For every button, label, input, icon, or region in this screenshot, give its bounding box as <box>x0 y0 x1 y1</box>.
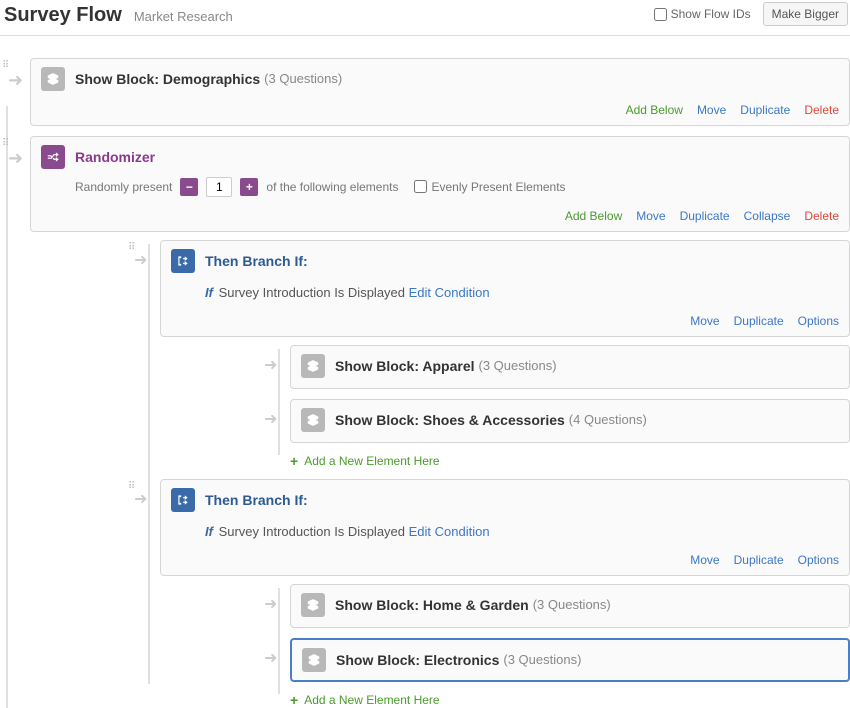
block-meta: (3 Questions) <box>533 597 611 612</box>
block-node-electronics: ➜ Show Block: Electronics (3 Questions) <box>290 638 850 682</box>
block-icon <box>301 354 325 378</box>
block-meta: (3 Questions) <box>479 358 557 373</box>
header: Survey Flow Market Research Show Flow ID… <box>0 0 850 36</box>
drag-handle-icon[interactable]: ⠿ <box>2 140 10 148</box>
connector-arrow-icon: ➜ <box>264 355 277 375</box>
evenly-present-checkbox[interactable] <box>414 180 427 193</box>
move-link[interactable]: Move <box>697 103 726 117</box>
child-rail <box>148 244 150 684</box>
flow-rail <box>6 106 8 708</box>
options-link[interactable]: Options <box>798 553 839 567</box>
block-node-shoes: ➜ Show Block: Shoes & Accessories (4 Que… <box>290 399 850 443</box>
duplicate-link[interactable]: Duplicate <box>734 553 784 567</box>
move-link[interactable]: Move <box>690 553 719 567</box>
block-icon <box>301 593 325 617</box>
block-title: Show Block: Apparel <box>335 358 475 374</box>
drag-handle-icon[interactable]: ⠿ <box>2 62 10 70</box>
plus-icon: + <box>290 453 298 469</box>
connector-arrow-icon: ➜ <box>134 489 147 509</box>
survey-name: Market Research <box>134 9 233 24</box>
block-title: Show Block: Demographics <box>75 71 260 87</box>
duplicate-link[interactable]: Duplicate <box>680 209 730 223</box>
make-bigger-button[interactable]: Make Bigger <box>763 2 848 26</box>
flow-area: ⠿ ➜ Show Block: Demographics (3 Question… <box>0 36 850 708</box>
block-title: Show Block: Home & Garden <box>335 597 529 613</box>
add-below-link[interactable]: Add Below <box>626 103 683 117</box>
connector-arrow-icon: ➜ <box>264 594 277 614</box>
add-new-element-link[interactable]: + Add a New Element Here <box>290 692 850 708</box>
block-title: Show Block: Electronics <box>336 652 499 668</box>
options-link[interactable]: Options <box>798 314 839 328</box>
block-meta: (3 Questions) <box>503 652 581 667</box>
collapse-link[interactable]: Collapse <box>744 209 791 223</box>
count-decrement-button[interactable]: − <box>180 178 198 196</box>
block-node-demographics: ⠿ ➜ Show Block: Demographics (3 Question… <box>30 58 850 126</box>
branch-title: Then Branch If: <box>205 253 308 269</box>
add-new-element-link[interactable]: + Add a New Element Here <box>290 453 850 469</box>
branch-condition: Survey Introduction Is Displayed <box>219 524 405 539</box>
randomizer-config: Randomly present − + of the following el… <box>31 177 849 205</box>
show-flow-ids-checkbox[interactable] <box>654 8 667 21</box>
move-link[interactable]: Move <box>690 314 719 328</box>
branch-node: ⠿ ➜ Then Branch If: If Survey Introducti… <box>160 240 850 469</box>
branch-condition: Survey Introduction Is Displayed <box>219 285 405 300</box>
count-increment-button[interactable]: + <box>240 178 258 196</box>
if-label: If <box>205 524 213 539</box>
move-link[interactable]: Move <box>636 209 665 223</box>
duplicate-link[interactable]: Duplicate <box>740 103 790 117</box>
branch-children: ➜ Show Block: Home & Garden (3 Questions… <box>290 584 850 708</box>
if-label: If <box>205 285 213 300</box>
connector-arrow-icon: ➜ <box>264 409 277 429</box>
connector-arrow-icon: ➜ <box>134 250 147 270</box>
child-rail <box>278 588 280 694</box>
block-icon <box>301 408 325 432</box>
randomizer-node: ⠿ ➜ Randomizer Randomly present − + of t… <box>30 136 850 708</box>
randomizer-children: ⠿ ➜ Then Branch If: If Survey Introducti… <box>160 240 850 708</box>
block-icon <box>302 648 326 672</box>
randomizer-icon <box>41 145 65 169</box>
delete-link[interactable]: Delete <box>804 103 839 117</box>
add-below-link[interactable]: Add Below <box>565 209 622 223</box>
block-title: Show Block: Shoes & Accessories <box>335 412 565 428</box>
child-rail <box>278 349 280 455</box>
randomizer-title: Randomizer <box>75 149 155 165</box>
connector-arrow-icon: ➜ <box>264 648 277 668</box>
duplicate-link[interactable]: Duplicate <box>734 314 784 328</box>
edit-condition-link[interactable]: Edit Condition <box>409 524 490 539</box>
randomizer-count-input[interactable] <box>206 177 232 197</box>
plus-icon: + <box>290 692 298 708</box>
branch-icon <box>171 488 195 512</box>
page-title: Survey Flow <box>4 4 122 27</box>
delete-link[interactable]: Delete <box>804 209 839 223</box>
block-meta: (3 Questions) <box>264 71 342 86</box>
block-node-apparel: ➜ Show Block: Apparel (3 Questions) <box>290 345 850 389</box>
branch-node: ⠿ ➜ Then Branch If: If Survey Introducti… <box>160 479 850 708</box>
block-meta: (4 Questions) <box>569 412 647 427</box>
connector-arrow-icon: ➜ <box>8 70 23 91</box>
block-icon <box>41 67 65 91</box>
branch-title: Then Branch If: <box>205 492 308 508</box>
branch-children: ➜ Show Block: Apparel (3 Questions) <box>290 345 850 469</box>
edit-condition-link[interactable]: Edit Condition <box>409 285 490 300</box>
branch-icon <box>171 249 195 273</box>
show-flow-ids-toggle[interactable]: Show Flow IDs <box>654 7 751 21</box>
connector-arrow-icon: ➜ <box>8 148 23 169</box>
evenly-present-toggle[interactable]: Evenly Present Elements <box>414 180 565 194</box>
